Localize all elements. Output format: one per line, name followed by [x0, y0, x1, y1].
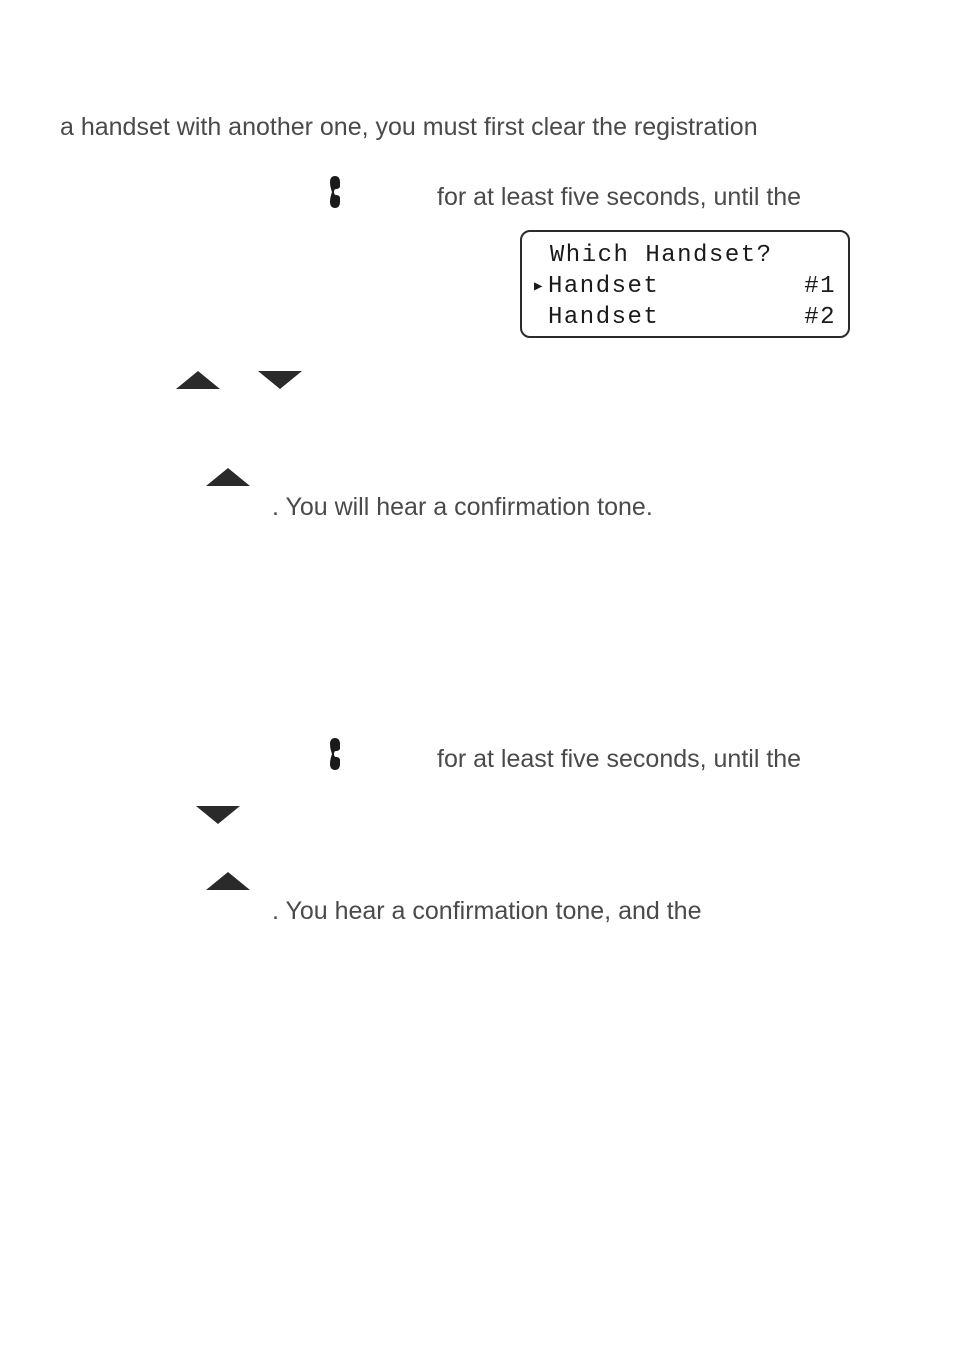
up-arrow-icon	[206, 872, 250, 890]
down-arrow-icon	[258, 371, 302, 389]
lcd-row-1: ▶Handset #1	[534, 271, 836, 302]
body-text: for at least five seconds, until the	[437, 180, 801, 215]
handset-icon	[326, 736, 346, 772]
up-arrow-icon	[206, 468, 250, 486]
lcd-display: Which Handset? ▶Handset #1 Handset #2	[520, 230, 850, 338]
lcd-row-2: Handset #2	[534, 302, 836, 333]
up-arrow-icon	[176, 371, 220, 389]
body-text: . You hear a confirmation tone, and the	[272, 894, 701, 929]
pointer-icon: ▶	[534, 278, 548, 296]
body-text: . You will hear a confirmation tone.	[272, 490, 653, 525]
body-text: for at least five seconds, until the	[437, 742, 801, 777]
lcd-title: Which Handset?	[534, 240, 836, 271]
lcd-row-num: #1	[804, 271, 836, 302]
pointer-spacer	[534, 309, 548, 327]
lcd-row-label: Handset	[548, 302, 659, 333]
handset-icon	[326, 174, 346, 210]
body-text: a handset with another one, you must fir…	[60, 110, 758, 145]
down-arrow-icon	[196, 806, 240, 824]
lcd-row-label: Handset	[548, 271, 659, 302]
lcd-row-num: #2	[804, 302, 836, 333]
